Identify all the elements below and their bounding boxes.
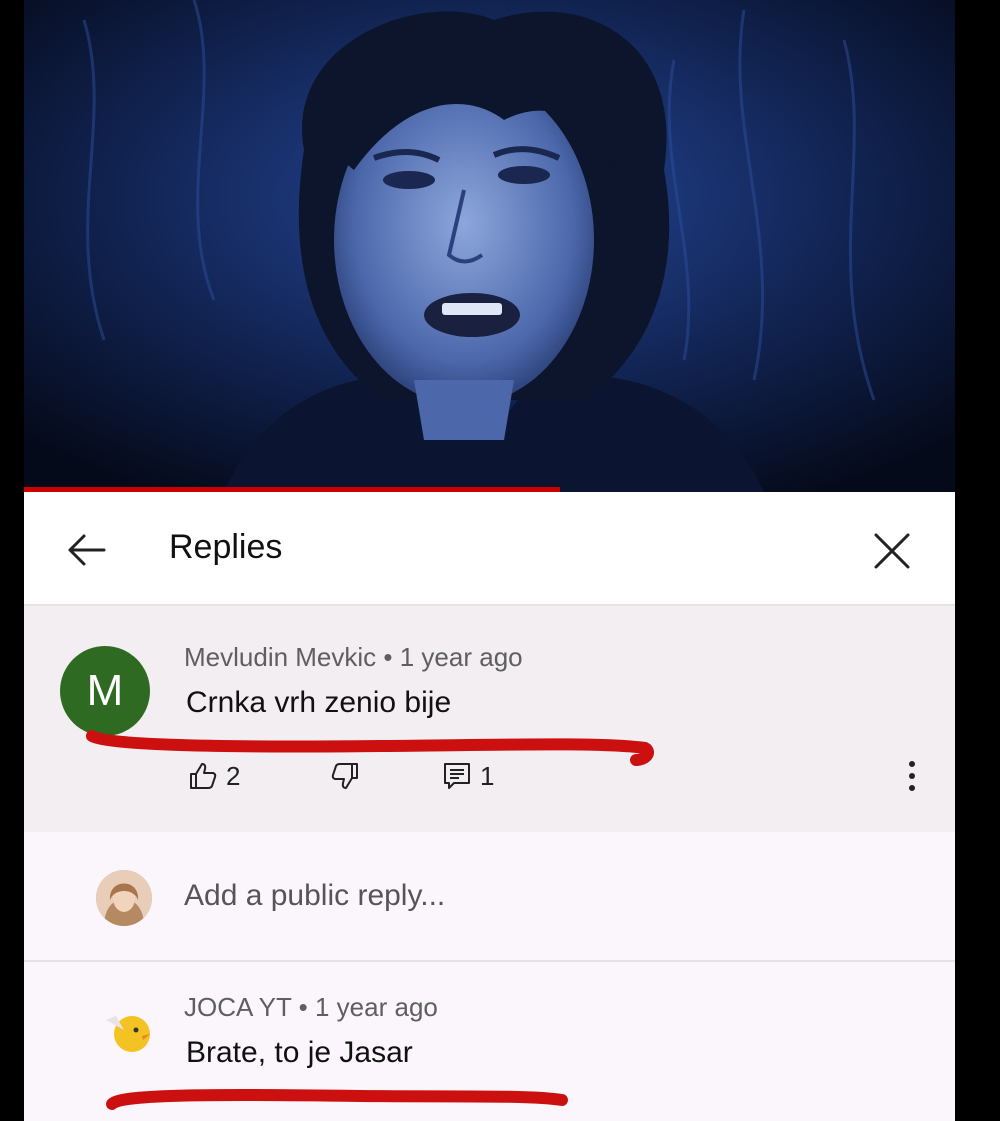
video-thumbnail-image — [24, 0, 955, 492]
parent-comment: M Mevludin Mevkic • 1 year ago Crnka vrh… — [24, 606, 955, 832]
arrow-left-icon[interactable] — [64, 530, 108, 570]
comment-text: Crnka vrh zenio bije — [186, 686, 452, 719]
video-player[interactable] — [24, 0, 955, 492]
user-avatar-image — [96, 870, 152, 926]
reply-author[interactable]: JOCA YT — [184, 992, 291, 1022]
close-icon[interactable] — [870, 529, 914, 573]
thumbs-up-icon — [190, 763, 217, 789]
like-button[interactable]: 2 — [188, 758, 240, 794]
add-reply-row — [24, 832, 955, 962]
page: Replies M Mevludin Mevkic • 1 year ago C… — [0, 0, 1000, 1121]
avatar[interactable] — [96, 870, 152, 926]
dislike-button[interactable] — [330, 758, 360, 794]
reply-count-button[interactable]: 1 — [442, 758, 494, 794]
reply-text: Brate, to je Jasar — [186, 1036, 413, 1069]
replies-header: Replies — [24, 492, 955, 606]
reply-meta: JOCA YT • 1 year ago — [184, 992, 438, 1023]
comment-icon — [444, 763, 470, 789]
page-title: Replies — [169, 528, 283, 566]
reply-count: 1 — [480, 760, 495, 791]
comment-time: 1 year ago — [399, 642, 523, 672]
meta-separator: • — [298, 992, 308, 1022]
reply-comment: JOCA YT • 1 year ago Brate, to je Jasar — [24, 962, 955, 1121]
comment-author[interactable]: Mevludin Mevkic — [184, 642, 376, 672]
reply-time: 1 year ago — [315, 992, 438, 1022]
comment-actions: 2 1 — [184, 758, 924, 794]
more-vertical-icon[interactable] — [900, 756, 924, 796]
avatar[interactable]: M — [60, 646, 150, 736]
meta-separator: • — [383, 642, 393, 672]
thumbs-down-icon — [331, 763, 358, 789]
like-count: 2 — [226, 760, 241, 791]
avatar[interactable] — [102, 1004, 154, 1056]
reply-input[interactable] — [184, 876, 884, 916]
replies-panel: Replies M Mevludin Mevkic • 1 year ago C… — [24, 492, 955, 1121]
comment-meta: Mevludin Mevkic • 1 year ago — [184, 642, 523, 673]
